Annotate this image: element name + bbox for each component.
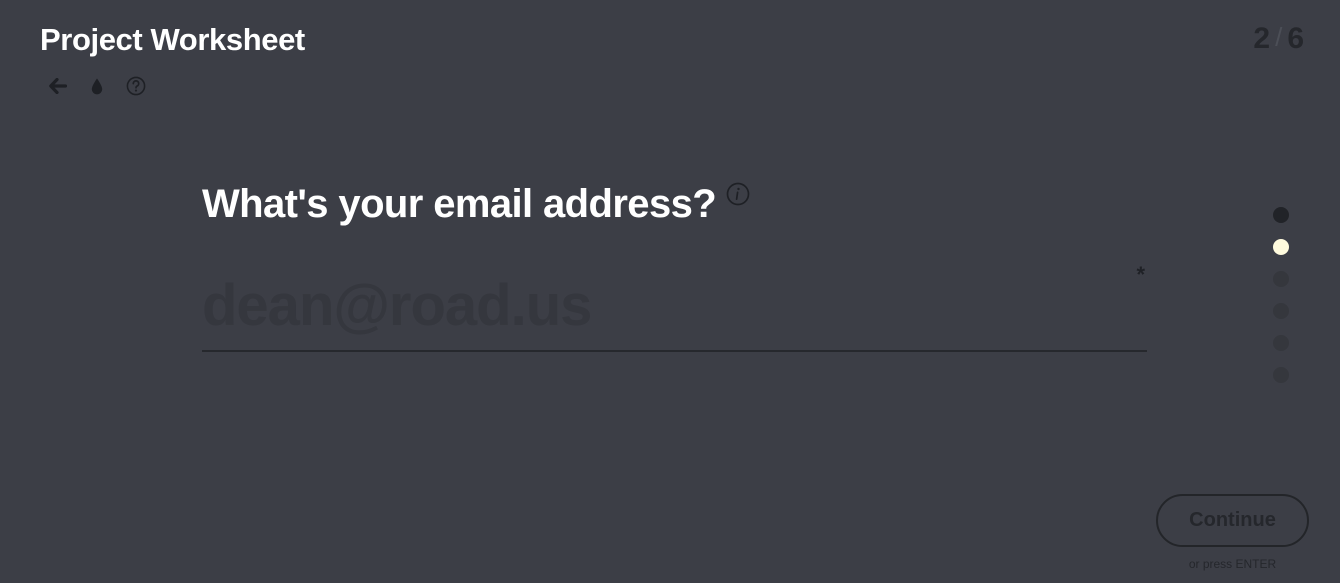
app-title: Project Worksheet	[40, 22, 305, 57]
step-dot-6[interactable]	[1273, 367, 1289, 383]
arrow-left-icon	[49, 78, 67, 94]
step-dot-5[interactable]	[1273, 335, 1289, 351]
page-counter-separator: /	[1275, 22, 1283, 52]
email-input[interactable]	[202, 266, 1122, 344]
page-counter-current: 2	[1253, 22, 1271, 55]
theme-button[interactable]	[87, 76, 107, 96]
question: What's your email address?	[202, 182, 750, 227]
step-progress	[1273, 207, 1289, 399]
continue-button[interactable]: Continue	[1156, 494, 1309, 547]
enter-hint: or press ENTER	[1188, 557, 1277, 571]
help-circle-icon	[126, 76, 146, 96]
help-button[interactable]	[126, 76, 146, 96]
toolbar	[48, 76, 165, 96]
droplet-icon	[91, 78, 103, 94]
required-indicator: *	[1136, 262, 1145, 287]
step-dot-3[interactable]	[1273, 271, 1289, 287]
email-field: *	[202, 262, 1147, 352]
page-counter: 2/6	[1253, 22, 1304, 56]
step-dot-2[interactable]	[1273, 239, 1289, 255]
info-icon[interactable]	[726, 182, 750, 206]
step-dot-4[interactable]	[1273, 303, 1289, 319]
page-counter-total: 6	[1287, 22, 1304, 55]
step-dot-1[interactable]	[1273, 207, 1289, 223]
question-title: What's your email address?	[202, 182, 717, 226]
back-button[interactable]	[48, 76, 68, 96]
